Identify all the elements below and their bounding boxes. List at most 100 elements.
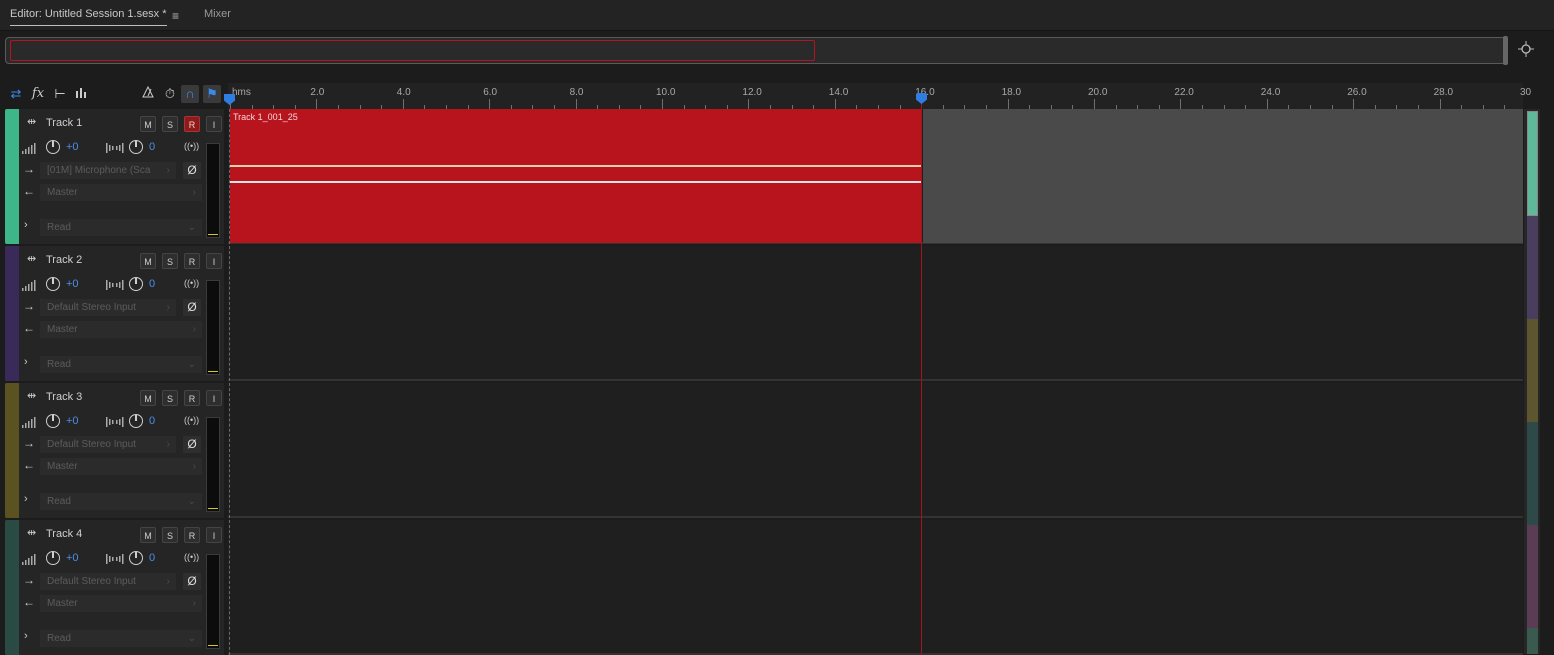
tab-mixer[interactable]: Mixer — [204, 8, 231, 20]
volume-value[interactable]: +0 — [66, 278, 79, 290]
automation-mode-select[interactable]: Read ⌄ — [40, 493, 202, 510]
expand-automation-icon[interactable]: › — [24, 493, 28, 505]
track-drag-icon[interactable]: ⇹ — [27, 115, 36, 128]
clock-icon[interactable]: ⏱ — [161, 85, 179, 103]
mute-button[interactable]: M — [140, 527, 156, 543]
pan-value[interactable]: 0 — [149, 141, 155, 153]
expand-automation-icon[interactable]: › — [24, 219, 28, 231]
pan-knob[interactable] — [129, 140, 143, 154]
output-select[interactable]: Master › — [40, 458, 202, 475]
chevron-down-icon: ⌄ — [187, 359, 196, 370]
automation-mode-select[interactable]: Read ⌄ — [40, 630, 202, 647]
panel-menu-icon[interactable]: ≡ — [172, 9, 179, 23]
automation-mode-select[interactable]: Read ⌄ — [40, 219, 202, 236]
volume-value[interactable]: +0 — [66, 415, 79, 427]
volume-value[interactable]: +0 — [66, 141, 79, 153]
session-overview[interactable] — [5, 36, 1508, 65]
overview-view-window[interactable] — [10, 40, 815, 61]
track-name[interactable]: Track 4 — [46, 528, 82, 540]
pan-knob[interactable] — [129, 277, 143, 291]
output-select[interactable]: Master › — [40, 184, 202, 201]
clip-pan-envelope[interactable] — [230, 181, 921, 183]
stereo-icon[interactable]: ((•)) — [184, 141, 199, 151]
metronome-icon[interactable] — [139, 85, 157, 103]
phase-invert-icon[interactable]: Ø — [183, 573, 201, 590]
chevron-down-icon: ⌄ — [187, 633, 196, 644]
pan-knob[interactable] — [129, 551, 143, 565]
input-monitor-button[interactable]: I — [206, 390, 222, 406]
output-select[interactable]: Master › — [40, 321, 202, 338]
eq-icon[interactable] — [72, 85, 90, 103]
input-select[interactable]: [01M] Microphone (Sca › — [40, 162, 176, 179]
volume-icon — [22, 278, 38, 296]
session-start-line — [229, 520, 230, 655]
time-ruler[interactable]: hms 2.0 4.0 6.0 8.0 10.0 12.0 14.0 16.0 18.0 20.0… — [228, 83, 1531, 110]
track-name[interactable]: Track 1 — [46, 117, 82, 129]
pan-value[interactable]: 0 — [149, 415, 155, 427]
mute-button[interactable]: M — [140, 253, 156, 269]
stereo-icon[interactable]: ((•)) — [184, 415, 199, 425]
expand-automation-icon[interactable]: › — [24, 356, 28, 368]
record-arm-button[interactable]: R — [184, 527, 200, 543]
input-monitor-button[interactable]: I — [206, 253, 222, 269]
snap-icon[interactable]: ∩ — [181, 85, 199, 103]
volume-knob[interactable] — [46, 140, 60, 154]
pan-value[interactable]: 0 — [149, 552, 155, 564]
automation-mode-select[interactable]: Read ⌄ — [40, 356, 202, 373]
scroll-thumb[interactable] — [1527, 111, 1538, 216]
solo-button[interactable]: S — [162, 253, 178, 269]
solo-button[interactable]: S — [162, 390, 178, 406]
track-color-strip[interactable] — [5, 109, 19, 244]
input-monitor-button[interactable]: I — [206, 116, 222, 132]
overview-handle[interactable] — [1503, 36, 1508, 65]
clip-volume-envelope[interactable] — [230, 165, 921, 167]
marker-icon[interactable]: ⚑ — [203, 85, 221, 103]
volume-knob[interactable] — [46, 414, 60, 428]
track-name[interactable]: Track 2 — [46, 254, 82, 266]
track-color-strip[interactable] — [5, 520, 19, 655]
track-header: ⇹ Track 3 M S R I +0 0 ((•)) → Default S… — [5, 383, 224, 518]
stereo-icon[interactable]: ((•)) — [184, 278, 199, 288]
track-lane[interactable] — [228, 520, 1523, 655]
track-drag-icon[interactable]: ⇹ — [27, 526, 36, 539]
phase-invert-icon[interactable]: Ø — [183, 436, 201, 453]
record-arm-button[interactable]: R — [184, 116, 200, 132]
solo-button[interactable]: S — [162, 527, 178, 543]
pan-value[interactable]: 0 — [149, 278, 155, 290]
tab-editor[interactable]: Editor: Untitled Session 1.sesx * — [10, 8, 167, 26]
input-select[interactable]: Default Stereo Input › — [40, 573, 176, 590]
meter-peak-marker — [208, 508, 218, 509]
record-arm-button[interactable]: R — [184, 253, 200, 269]
track-drag-icon[interactable]: ⇹ — [27, 252, 36, 265]
zoom-navigator-icon[interactable] — [1517, 41, 1535, 59]
volume-knob[interactable] — [46, 277, 60, 291]
audio-clip[interactable]: Track 1_001_25 — [230, 109, 921, 243]
mute-button[interactable]: M — [140, 116, 156, 132]
input-select[interactable]: Default Stereo Input › — [40, 436, 176, 453]
mute-button[interactable]: M — [140, 390, 156, 406]
phase-invert-icon[interactable]: Ø — [183, 299, 201, 316]
volume-knob[interactable] — [46, 551, 60, 565]
output-select[interactable]: Master › — [40, 595, 202, 612]
expand-automation-icon[interactable]: › — [24, 630, 28, 642]
track-color-strip[interactable] — [5, 246, 19, 381]
input-monitor-button[interactable]: I — [206, 527, 222, 543]
session-start-line — [229, 246, 230, 381]
solo-button[interactable]: S — [162, 116, 178, 132]
record-arm-button[interactable]: R — [184, 390, 200, 406]
track-lane[interactable] — [228, 383, 1523, 518]
vertical-scrollbar[interactable] — [1524, 109, 1540, 654]
phase-invert-icon[interactable]: Ø — [183, 162, 201, 179]
track-drag-icon[interactable]: ⇹ — [27, 389, 36, 402]
send-icon[interactable]: ⊢ — [51, 85, 69, 103]
automation-mode-value: Read — [47, 359, 71, 370]
pan-knob[interactable] — [129, 414, 143, 428]
track-color-strip[interactable] — [5, 383, 19, 518]
track-name[interactable]: Track 3 — [46, 391, 82, 403]
stereo-icon[interactable]: ((•)) — [184, 552, 199, 562]
swap-icon[interactable]: ⇄ — [7, 85, 25, 103]
track-lane[interactable] — [228, 246, 1523, 381]
volume-value[interactable]: +0 — [66, 552, 79, 564]
input-select[interactable]: Default Stereo Input › — [40, 299, 176, 316]
fx-icon[interactable]: fx — [29, 85, 47, 103]
